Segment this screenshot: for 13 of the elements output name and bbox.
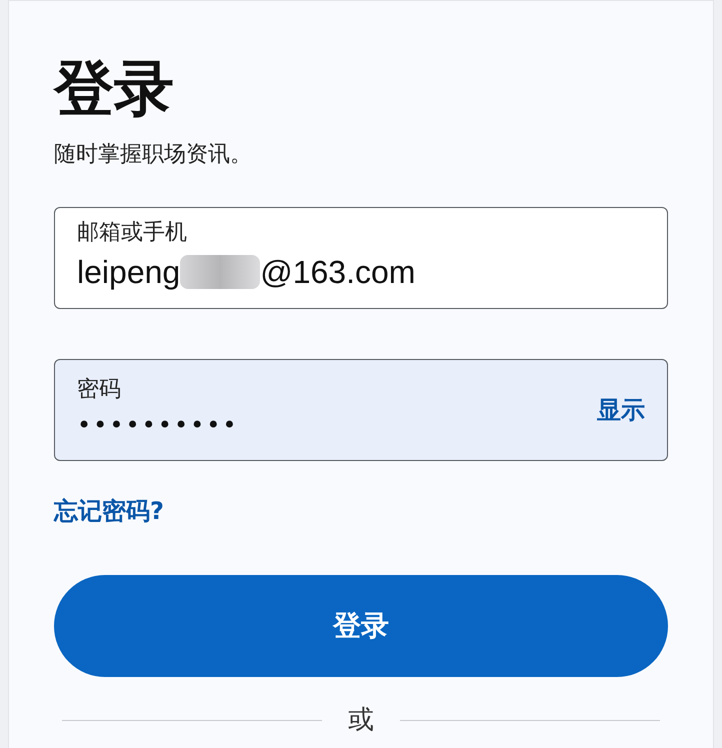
field-label: 邮箱或手机: [77, 219, 187, 247]
divider-text: 或: [348, 705, 374, 735]
sign-in-button[interactable]: 登录: [54, 575, 668, 677]
password-field[interactable]: 密码 •••••••••• 显示: [54, 359, 668, 461]
field-label: 密码: [77, 376, 121, 404]
password-value: ••••••••••: [77, 410, 239, 441]
forgot-password-link[interactable]: 忘记密码?: [54, 495, 164, 527]
subtitle: 随时掌握职场资讯。: [54, 141, 253, 169]
field-value: leipeng: [77, 253, 180, 292]
field-value: @163.com: [260, 253, 416, 292]
show-password-button[interactable]: 显示: [597, 390, 645, 430]
page-title: 登录: [54, 53, 175, 126]
email-field[interactable]: 邮箱或手机 leipeng @163.com: [54, 207, 668, 309]
